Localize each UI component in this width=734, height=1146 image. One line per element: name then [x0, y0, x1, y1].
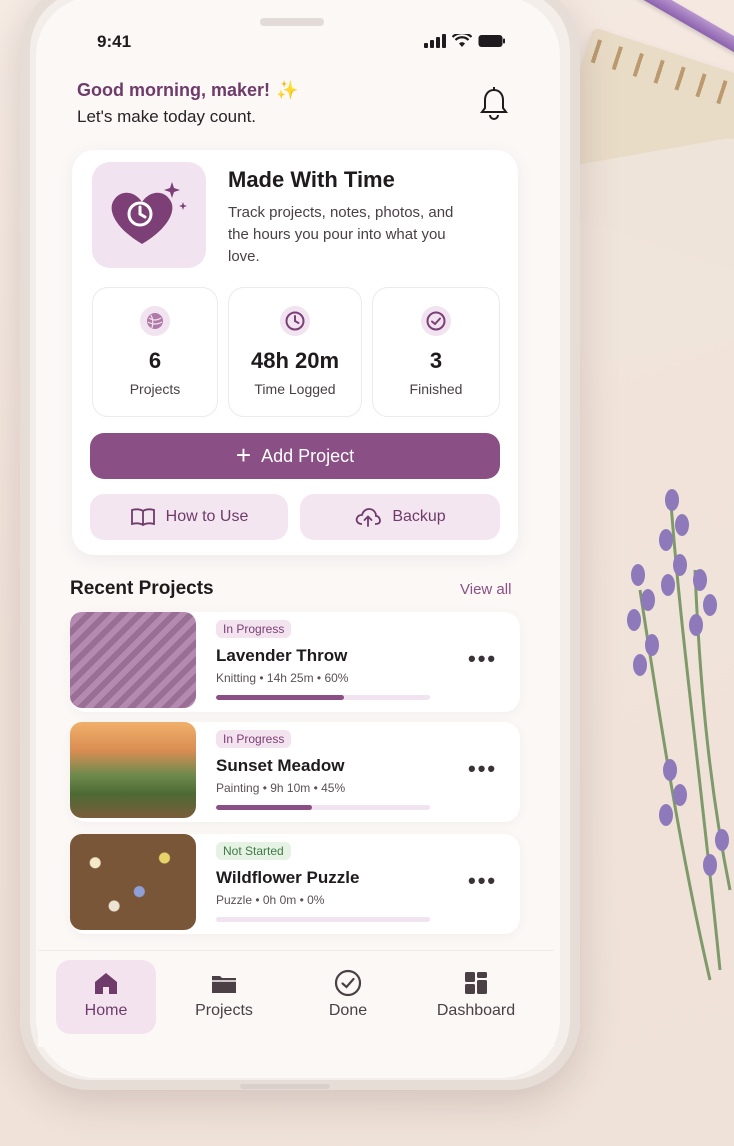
stat-finished[interactable]: 3 Finished [372, 287, 500, 417]
project-card-sunset-meadow[interactable]: In Progress Sunset Meadow Painting • 9h … [70, 722, 520, 822]
project-thumbnail [70, 722, 196, 818]
status-badge: In Progress [216, 730, 292, 748]
tab-label: Dashboard [436, 1002, 516, 1019]
project-name: Sunset Meadow [216, 756, 345, 775]
add-project-button[interactable]: + Add Project [90, 433, 500, 479]
tab-done[interactable]: Done [298, 960, 398, 1034]
tab-dashboard[interactable]: Dashboard [426, 960, 526, 1034]
cloud-upload-icon [356, 508, 382, 527]
recent-projects-title: Recent Projects [70, 578, 214, 599]
stat-label: Finished [409, 381, 463, 397]
dashboard-grid-icon [465, 972, 487, 994]
yarn-icon [140, 306, 170, 336]
check-circle-icon [334, 969, 362, 997]
project-meta: Puzzle • 0h 0m • 0% [216, 893, 325, 907]
stat-time-logged[interactable]: 48h 20m Time Logged [228, 287, 362, 417]
check-circle-icon [421, 306, 451, 336]
more-options-icon[interactable]: ••• [468, 756, 497, 782]
signal-icon [424, 34, 446, 48]
project-name: Wildflower Puzzle [216, 868, 360, 887]
project-meta: Painting • 9h 10m • 45% [216, 781, 346, 795]
tab-label: Done [328, 1002, 368, 1019]
add-project-label: Add Project [261, 445, 355, 466]
more-options-icon[interactable]: ••• [468, 646, 497, 672]
stat-value: 6 [148, 348, 162, 373]
greeting: Good morning, maker! ✨ [77, 80, 298, 101]
book-icon [130, 508, 155, 527]
plus-icon: + [235, 440, 252, 470]
home-icon [95, 973, 117, 994]
tab-projects[interactable]: Projects [174, 960, 274, 1034]
stat-label: Projects [129, 381, 181, 397]
progress-fill [216, 695, 345, 700]
status-time: 9:41 [97, 32, 132, 51]
bell-icon[interactable] [478, 86, 510, 122]
battery-icon [478, 35, 505, 47]
how-to-use-button[interactable]: How to Use [90, 494, 288, 540]
status-badge: Not Started [216, 842, 291, 860]
more-options-icon[interactable]: ••• [468, 868, 497, 894]
app-description: Track projects, notes, photos, and the h… [228, 204, 454, 265]
project-name: Lavender Throw [216, 646, 348, 665]
view-all-link[interactable]: View all [460, 581, 511, 598]
project-meta: Knitting • 14h 25m • 60% [216, 671, 349, 685]
stat-value: 48h 20m [250, 348, 340, 373]
stat-value: 3 [429, 348, 443, 373]
progress-fill [216, 805, 313, 810]
progress-bar [216, 695, 430, 700]
heart-clock-icon [111, 182, 187, 244]
clock-icon [280, 306, 310, 336]
project-card-wildflower-puzzle[interactable]: Not Started Wildflower Puzzle Puzzle • 0… [70, 834, 520, 934]
project-thumbnail [70, 834, 196, 930]
phone-speaker [260, 18, 324, 26]
progress-bar [216, 917, 430, 922]
status-badge: In Progress [216, 620, 292, 638]
app-logo [92, 162, 206, 268]
stat-label: Time Logged [254, 381, 336, 397]
greeting-subtitle: Let's make today count. [77, 107, 257, 126]
backup-label: Backup [392, 508, 446, 525]
tab-label: Home [84, 1002, 128, 1019]
project-card-lavender-throw[interactable]: In Progress Lavender Throw Knitting • 14… [70, 612, 520, 712]
stat-projects[interactable]: 6 Projects [92, 287, 218, 417]
progress-bar [216, 805, 430, 810]
how-to-use-label: How to Use [165, 508, 249, 525]
tab-home[interactable]: Home [56, 960, 156, 1034]
wifi-icon [452, 34, 472, 47]
project-thumbnail [70, 612, 196, 708]
tab-label: Projects [195, 1002, 253, 1019]
app-title: Made With Time [228, 167, 395, 192]
sparkle-icon: ✨ [276, 80, 299, 100]
greeting-text: Good morning, maker! [77, 80, 271, 100]
lavender-decoration [627, 489, 732, 981]
home-indicator [240, 1084, 330, 1089]
status-icons [424, 34, 506, 48]
folder-icon [212, 976, 236, 993]
backup-button[interactable]: Backup [300, 494, 500, 540]
